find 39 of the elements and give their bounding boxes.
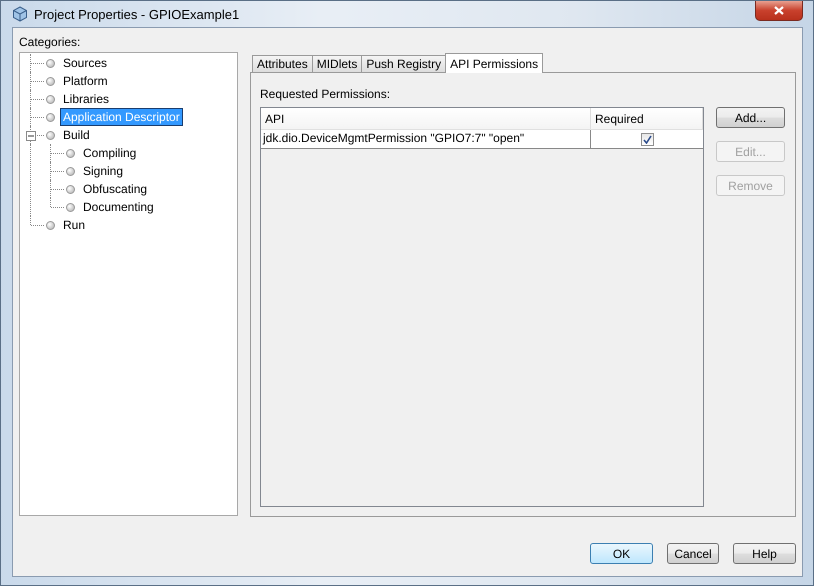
tab[interactable]: Attributes — [252, 55, 313, 72]
section-label: Requested Permissions: — [260, 86, 392, 102]
close-icon — [774, 6, 784, 15]
categories-label: Categories: — [19, 34, 82, 50]
node-icon — [46, 112, 55, 122]
node-icon — [46, 220, 55, 230]
tree-item[interactable]: Platform — [61, 73, 110, 89]
tree-item[interactable]: Signing — [81, 163, 126, 179]
tree-item[interactable]: Obfuscating — [81, 181, 150, 197]
node-icon — [46, 130, 55, 140]
action-button[interactable]: Add... — [716, 107, 785, 128]
table-cell: jdk.dio.DeviceMgmtPermission "GPIO7:7" "open" — [261, 130, 591, 148]
tree-item[interactable]: Run — [61, 217, 88, 233]
node-icon — [66, 166, 75, 176]
column-header[interactable]: Required — [591, 108, 703, 129]
node-icon — [66, 202, 75, 212]
dialog-button[interactable]: Help — [733, 543, 796, 564]
tab[interactable]: API Permissions — [445, 53, 544, 73]
tree-item[interactable]: Build — [61, 127, 92, 143]
collapse-toggle[interactable] — [26, 131, 36, 141]
tab[interactable]: Push Registry — [361, 55, 446, 72]
window-title: Project Properties - GPIOExample1 — [34, 6, 240, 22]
close-button[interactable] — [755, 1, 803, 21]
column-header[interactable]: API — [261, 108, 591, 129]
tree-item[interactable]: Documenting — [81, 199, 156, 215]
dialog-button[interactable]: Cancel — [667, 543, 719, 564]
dialog-button[interactable]: OK — [590, 543, 653, 564]
tree-item[interactable]: Sources — [61, 55, 110, 71]
required-checkbox[interactable] — [640, 132, 654, 146]
node-icon — [46, 76, 55, 86]
tree-item[interactable]: Compiling — [81, 145, 138, 161]
tab[interactable]: MIDlets — [312, 55, 362, 72]
cube-icon — [12, 6, 28, 22]
minus-icon — [28, 133, 34, 139]
node-icon — [66, 148, 75, 158]
node-icon — [66, 184, 75, 194]
node-icon — [46, 94, 55, 104]
node-icon — [46, 58, 55, 68]
tree-item[interactable]: Libraries — [61, 91, 112, 107]
